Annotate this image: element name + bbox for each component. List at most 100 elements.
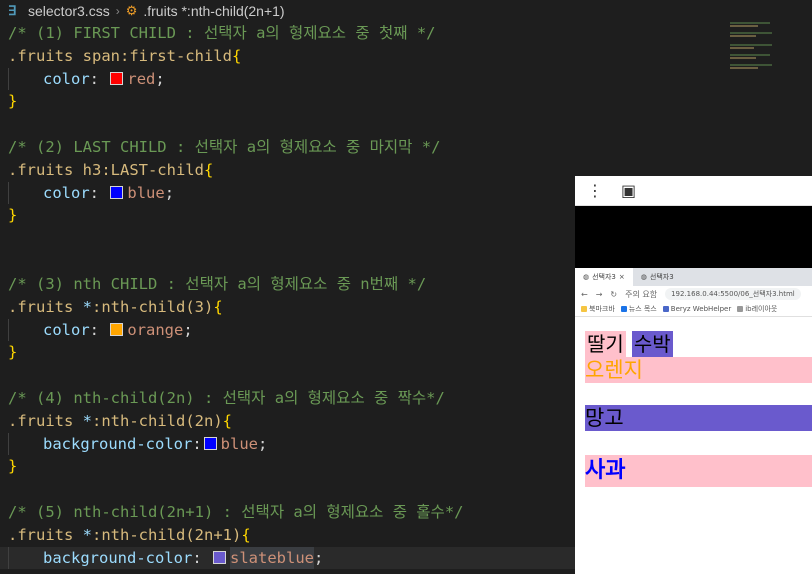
bookmark-item[interactable]: ib레이아웃	[737, 304, 777, 314]
open-brace: {	[222, 411, 232, 430]
address-bar: ← → ↻ 주의 요함 192.168.0.44:5500/06_선택자3.ht…	[575, 286, 812, 302]
css-property: background-color	[43, 548, 193, 567]
browser-preview-window[interactable]: ⋮ ▣ ◍ 선택자3 × ◍ 선택자3 ← → ↻ 주의 요함 192.168.…	[575, 176, 812, 574]
browser-tab[interactable]: ◍ 선택자3	[633, 268, 682, 286]
semicolon: ;	[164, 183, 175, 202]
css-value: slateblue	[230, 546, 314, 570]
bookmark-item[interactable]: Beryz WebHelper	[662, 305, 731, 313]
bookmarks-bar: 북마크바 뉴스 목스 Beryz WebHelper ib레이아웃	[575, 302, 812, 317]
code-comment: /* (4) nth-child(2n) : 선택자 a의 형제요소 중 짝수*…	[8, 389, 445, 407]
color-swatch-blue[interactable]	[203, 437, 217, 451]
css-selector: .fruits	[8, 297, 83, 316]
tab-title: 선택자3	[649, 273, 674, 281]
css-value: orange	[127, 320, 184, 339]
indent-guide	[8, 546, 43, 570]
code-comment: /* (1) FIRST CHILD : 선택자 a의 형제요소 중 첫째 */	[8, 24, 436, 42]
css-property: color	[43, 183, 90, 202]
preview-toolbar: ⋮ ▣	[575, 176, 812, 206]
window-icon[interactable]: ▣	[621, 181, 636, 200]
indent-guide	[8, 318, 43, 342]
open-brace: {	[241, 525, 251, 544]
colon: :	[89, 320, 100, 339]
semicolon: ;	[314, 548, 324, 567]
css-property: color	[43, 69, 90, 88]
semicolon: ;	[155, 69, 165, 88]
bookmark-item[interactable]: 뉴스 목스	[620, 304, 657, 314]
css-property: color	[43, 320, 90, 339]
code-comment: /* (2) LAST CHILD : 선택자 a의 형제요소 중 마지막 */	[8, 138, 441, 156]
fruit-mango: 망고	[585, 405, 812, 431]
pseudo-class: :nth-child(2n+1)	[92, 525, 242, 544]
colon: :	[89, 183, 100, 202]
universal-selector: *	[82, 525, 92, 544]
color-swatch-orange[interactable]	[110, 323, 124, 337]
code-line: /* (2) LAST CHILD : 선택자 a의 형제요소 중 마지막 */	[8, 136, 440, 159]
css-value: red	[127, 69, 156, 88]
css-selector: .fruits span:first-child	[8, 46, 232, 65]
css-file-icon: ∃	[8, 3, 17, 18]
css-value: blue	[127, 183, 165, 202]
reload-icon[interactable]: ↻	[610, 290, 617, 299]
indent-guide	[8, 67, 43, 91]
code-line: }	[8, 90, 17, 113]
code-line: }	[8, 204, 17, 227]
breadcrumb: ∃ selector3.css › ⚙ .fruits *:nth-child(…	[0, 0, 812, 22]
breadcrumb-symbol[interactable]: .fruits *:nth-child(2n+1)	[143, 3, 284, 19]
code-line: .fruits *:nth-child(2n+1){	[8, 524, 251, 547]
back-icon[interactable]: ←	[581, 290, 588, 299]
css-property: background-color	[43, 434, 193, 453]
fruit-apple: 사과	[585, 455, 812, 487]
code-line: .fruits *:nth-child(3){	[8, 296, 223, 319]
minimap[interactable]	[730, 20, 800, 75]
code-comment: /* (5) nth-child(2n+1) : 선택자 a의 형제요소 중 홀…	[8, 503, 464, 521]
css-value: blue	[220, 434, 258, 453]
fruit-row: 딸기 수박	[585, 331, 812, 357]
browser-tab-strip: ◍ 선택자3 × ◍ 선택자3	[575, 268, 812, 286]
colon: :	[192, 434, 202, 453]
css-selector: .fruits h3:LAST-child	[8, 160, 204, 179]
breadcrumb-file[interactable]: selector3.css	[28, 3, 110, 19]
url-field[interactable]: 192.168.0.44:5500/06_선택자3.html	[665, 288, 801, 300]
security-warning[interactable]: 주의 요함	[625, 289, 657, 300]
css-selector: .fruits	[8, 525, 83, 544]
code-line: }	[8, 341, 17, 364]
fruit-orange: 오렌지	[585, 357, 812, 383]
code-line: .fruits span:first-child{	[8, 45, 241, 68]
code-line: color: red;	[8, 67, 165, 91]
code-line: /* (3) nth CHILD : 선택자 a의 형제요소 중 n번째 */	[8, 273, 426, 296]
open-brace: {	[231, 46, 242, 65]
code-line: /* (5) nth-child(2n+1) : 선택자 a의 형제요소 중 홀…	[8, 501, 463, 524]
code-line: /* (4) nth-child(2n) : 선택자 a의 형제요소 중 짝수*…	[8, 387, 445, 410]
universal-selector: *	[82, 411, 92, 430]
pseudo-class: :nth-child(3)	[92, 297, 214, 316]
code-editor[interactable]: /* (1) FIRST CHILD : 선택자 a의 형제요소 중 첫째 */…	[0, 22, 575, 574]
browser-tab[interactable]: ◍ 선택자3 ×	[575, 268, 633, 286]
close-brace: }	[8, 92, 18, 111]
semicolon: ;	[257, 434, 268, 453]
rendered-page: 딸기 수박 오렌지 망고 사과	[575, 331, 812, 487]
universal-selector: *	[82, 297, 92, 316]
close-tab-icon[interactable]: ×	[619, 273, 625, 281]
chevron-right-icon: ›	[115, 4, 120, 18]
open-brace: {	[203, 160, 214, 179]
bookmark-item[interactable]: 북마크바	[581, 304, 615, 314]
pseudo-class: :nth-child(2n)	[92, 411, 223, 430]
preview-dark-area	[575, 206, 812, 268]
css-selector: .fruits	[8, 411, 83, 430]
indent-guide	[8, 181, 43, 205]
forward-icon[interactable]: →	[596, 290, 603, 299]
code-line: background-color: blue;	[8, 432, 268, 456]
more-options-icon[interactable]: ⋮	[587, 181, 603, 200]
color-swatch-blue[interactable]	[110, 186, 124, 200]
code-line: color: blue;	[8, 181, 175, 205]
symbol-class-icon: ⚙	[125, 3, 138, 18]
close-brace: }	[8, 457, 18, 476]
color-swatch-red[interactable]	[110, 72, 124, 86]
color-swatch-slateblue[interactable]	[213, 551, 226, 565]
fruit-watermelon: 수박	[631, 331, 673, 357]
code-line: /* (1) FIRST CHILD : 선택자 a의 형제요소 중 첫째 */	[8, 22, 435, 45]
semicolon: ;	[183, 320, 193, 339]
colon: :	[89, 69, 100, 88]
code-line-current: background-color: slateblue;	[0, 546, 575, 570]
indent-guide	[8, 432, 43, 456]
